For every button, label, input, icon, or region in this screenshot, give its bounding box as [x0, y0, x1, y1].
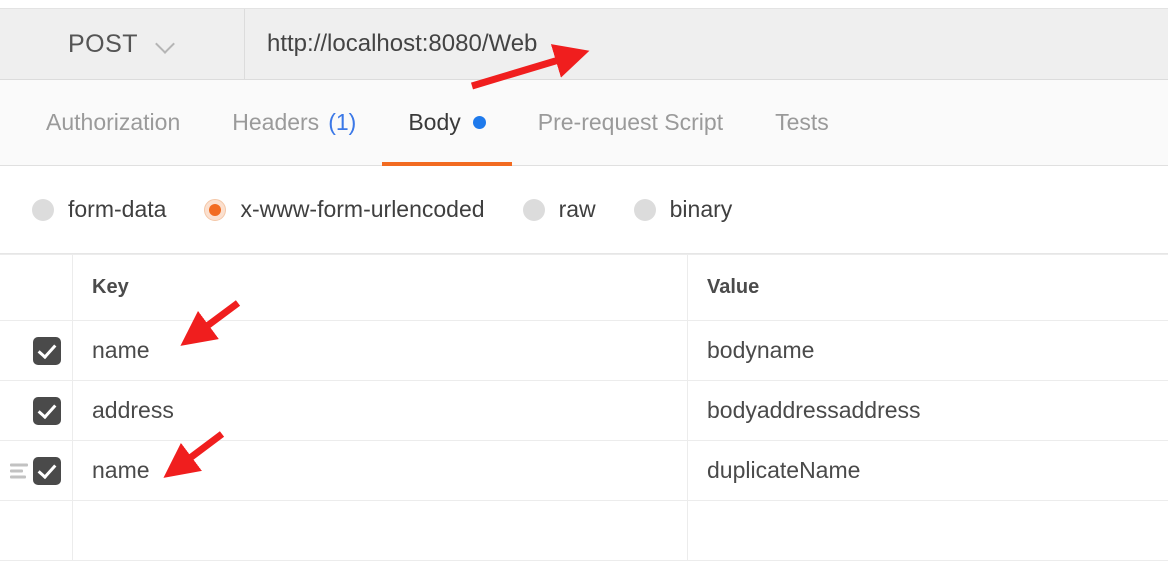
tab-body[interactable]: Body: [382, 80, 513, 166]
row-key-cell[interactable]: name: [73, 441, 688, 500]
row-value-cell[interactable]: duplicateName: [688, 441, 1168, 500]
row-key-cell[interactable]: address: [73, 381, 688, 440]
tab-body-label: Body: [408, 109, 461, 135]
row-key-text: name: [92, 457, 150, 483]
row-value-text: bodyname: [707, 337, 815, 363]
row-checkbox-cell: [0, 381, 73, 440]
radio-form-data-label: form-data: [68, 196, 167, 222]
http-method-label: POST: [67, 29, 139, 58]
header-value-cell: Value: [688, 255, 1168, 320]
key-value-table: Key Value name bodyname address bodyaddr…: [0, 254, 1168, 561]
table-row[interactable]: address bodyaddressaddress: [0, 381, 1168, 441]
header-key-label: Key: [92, 276, 129, 298]
tab-pre-request-script[interactable]: Pre-request Script: [512, 80, 749, 166]
tab-headers-label: Headers: [232, 109, 320, 135]
radio-raw[interactable]: raw: [522, 196, 596, 223]
radio-icon: [633, 198, 656, 221]
http-method-selector[interactable]: POST: [0, 9, 245, 79]
row-checkbox-cell: [0, 501, 73, 560]
radio-icon: [522, 198, 545, 221]
radio-x-www-form-urlencoded-label: x-www-form-urlencoded: [240, 196, 485, 222]
radio-icon: [32, 198, 54, 221]
drag-handle-icon[interactable]: [10, 463, 28, 478]
row-key-cell[interactable]: [73, 501, 688, 560]
row-value-cell[interactable]: [688, 501, 1168, 560]
radio-binary[interactable]: binary: [633, 196, 733, 223]
tab-pre-request-script-label: Pre-request Script: [537, 109, 724, 135]
body-type-options: form-data x-www-form-urlencoded raw bina…: [0, 166, 1168, 254]
row-checkbox-cell: [0, 321, 73, 380]
row-key-cell[interactable]: name: [73, 321, 688, 380]
header-checkbox-cell: [0, 255, 73, 320]
header-value-label: Value: [707, 276, 760, 298]
radio-selected-icon: [204, 198, 227, 221]
table-header-row: Key Value: [0, 255, 1168, 321]
tab-tests[interactable]: Tests: [749, 80, 855, 166]
table-row[interactable]: name bodyname: [0, 321, 1168, 381]
header-key-cell: Key: [73, 255, 688, 320]
row-checkbox-cell: [0, 441, 73, 500]
radio-x-www-form-urlencoded[interactable]: x-www-form-urlencoded: [204, 196, 485, 223]
request-url-bar: POST http://localhost:8080/Web: [0, 8, 1168, 80]
tab-headers-count: (1): [328, 109, 357, 135]
row-checkbox[interactable]: [33, 396, 61, 425]
radio-binary-label: binary: [669, 196, 733, 222]
row-value-cell[interactable]: bodyname: [688, 321, 1168, 380]
chevron-down-icon: [156, 34, 176, 54]
body-modified-dot-icon: [472, 116, 486, 129]
row-key-text: address: [92, 397, 174, 423]
row-value-cell[interactable]: bodyaddressaddress: [688, 381, 1168, 440]
row-checkbox[interactable]: [33, 336, 61, 365]
tab-authorization[interactable]: Authorization: [20, 80, 206, 166]
row-key-text: name: [92, 337, 150, 363]
row-value-text: bodyaddressaddress: [707, 397, 921, 423]
row-value-text: duplicateName: [707, 457, 861, 483]
table-row-empty[interactable]: [0, 501, 1168, 561]
radio-form-data[interactable]: form-data: [32, 196, 166, 223]
tab-headers[interactable]: Headers (1): [206, 80, 382, 166]
tab-authorization-label: Authorization: [46, 109, 181, 135]
table-row[interactable]: name duplicateName: [0, 441, 1168, 501]
row-checkbox[interactable]: [33, 456, 61, 485]
tab-tests-label: Tests: [775, 109, 829, 135]
request-tabs: Authorization Headers (1) Body Pre-reque…: [0, 80, 1168, 166]
url-input[interactable]: http://localhost:8080/Web: [245, 9, 1168, 79]
radio-raw-label: raw: [558, 196, 596, 222]
